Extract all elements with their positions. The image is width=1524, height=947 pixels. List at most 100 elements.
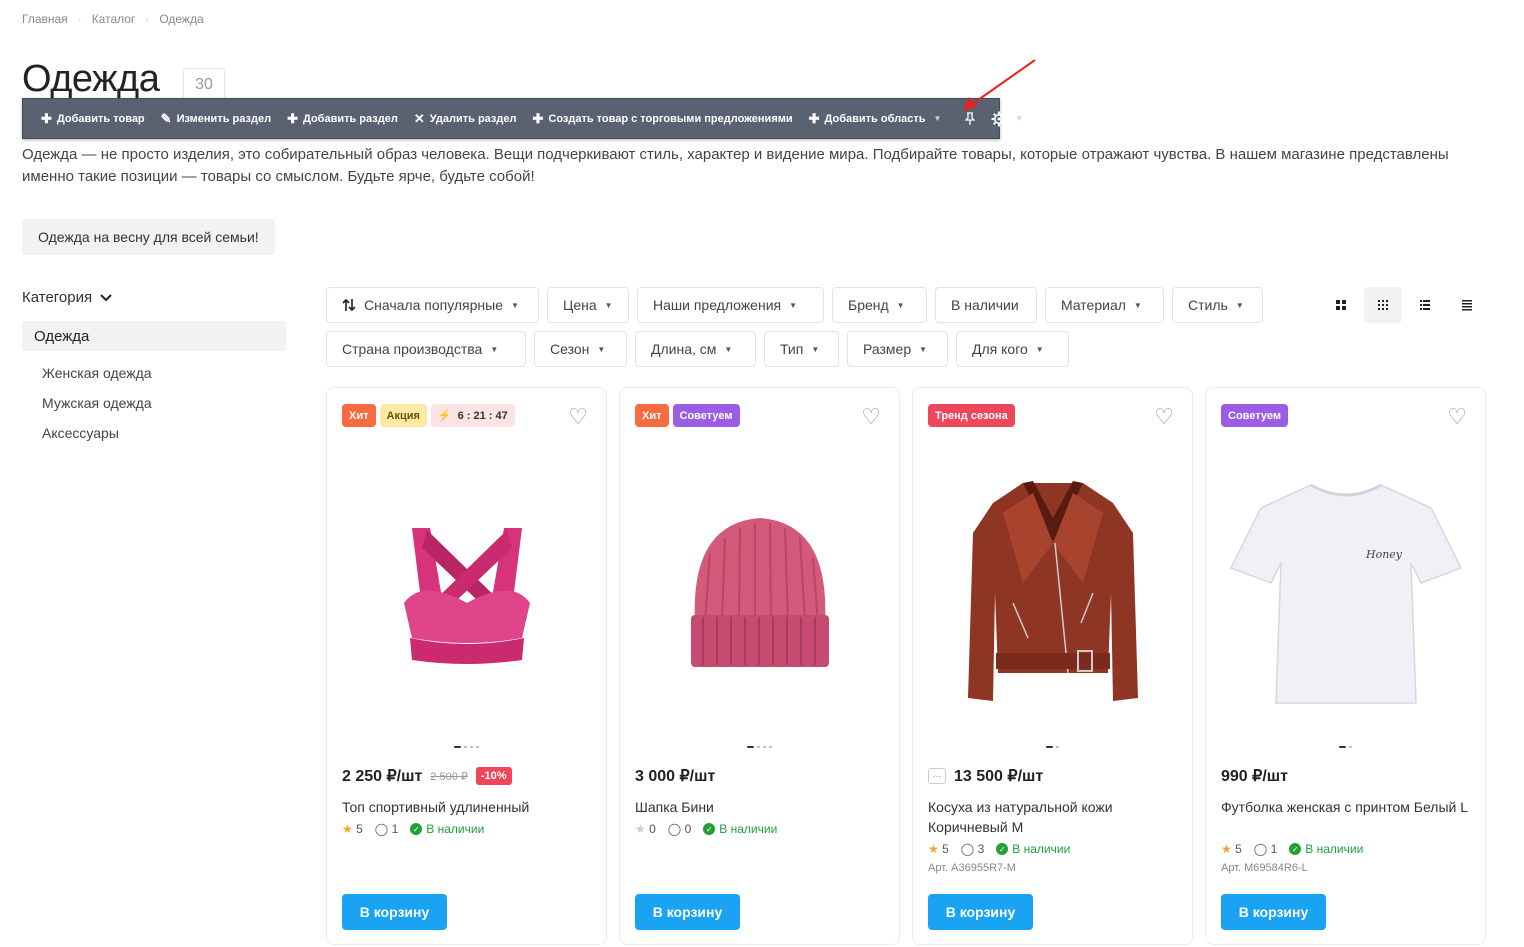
plus-icon: ✚: [287, 110, 298, 126]
rating: ★ 5: [1221, 842, 1242, 856]
chevron-down-icon: ▼: [1035, 344, 1044, 354]
product-image[interactable]: Honey: [1221, 448, 1471, 738]
product-meta: ★ 5 ◯ 3 ✓ В наличии: [928, 842, 1070, 856]
delete-section-button[interactable]: ✕ Удалить раздел: [406, 99, 525, 138]
edit-section-button[interactable]: ✎ Изменить раздел: [153, 99, 279, 138]
filter-country[interactable]: Страна производства ▼: [326, 331, 526, 367]
filter-for-whom[interactable]: Для кого ▼: [956, 331, 1069, 367]
add-product-button[interactable]: ✚ Добавить товар: [33, 99, 153, 138]
add-area-button[interactable]: ✚ Добавить область ▼: [801, 99, 950, 138]
product-count-badge: 30: [183, 68, 225, 102]
stock-status: ✓ В наличии: [410, 822, 484, 836]
sort-dropdown[interactable]: Сначала популярные ▼: [326, 287, 539, 323]
chevron-down-icon: ▼: [933, 114, 942, 123]
breadcrumb-separator: ·: [145, 12, 150, 26]
chevron-down-icon: ▼: [490, 344, 499, 354]
filter-length[interactable]: Длина, см ▼: [635, 331, 756, 367]
product-name-link[interactable]: Футболка женская с принтом Белый L: [1221, 797, 1471, 817]
stock-status: ✓ В наличии: [1289, 842, 1363, 856]
filter-type[interactable]: Тип ▼: [764, 331, 839, 367]
chevron-down-icon: ▼: [896, 300, 905, 310]
product-card[interactable]: Хит Акция ⚡ 6 : 21 : 47 ♡ 2 250 ₽/шт 2 5…: [326, 387, 607, 945]
filter-in-stock[interactable]: В наличии: [935, 287, 1037, 323]
image-slider-dots[interactable]: [327, 746, 606, 748]
sidebar-item-clothing[interactable]: Одежда: [22, 321, 286, 351]
sidebar-item-accessories[interactable]: Аксессуары: [42, 425, 119, 441]
stock-label: В наличии: [719, 822, 778, 836]
add-to-cart-button[interactable]: В корзину: [342, 894, 447, 930]
filter-size[interactable]: Размер ▼: [847, 331, 948, 367]
reviews-count: 0: [684, 822, 692, 836]
image-slider-dots[interactable]: [1206, 746, 1485, 748]
product-meta: ★ 0 ◯ 0 ✓ В наличии: [635, 822, 777, 836]
rating-value: 5: [1235, 842, 1242, 856]
product-name-link[interactable]: Шапка Бини: [635, 797, 885, 817]
comment-icon: ◯: [1253, 842, 1268, 856]
reviews[interactable]: ◯ 0: [668, 822, 691, 836]
product-image[interactable]: [635, 448, 885, 738]
category-toggle[interactable]: Категория: [22, 289, 112, 306]
more-options-icon[interactable]: ···: [928, 768, 946, 784]
print-text: Honey: [1365, 548, 1403, 561]
filter-brand[interactable]: Бренд ▼: [832, 287, 927, 323]
favorite-heart-icon[interactable]: ♡: [861, 406, 881, 428]
sidebar-item-men[interactable]: Мужская одежда: [42, 395, 152, 411]
price: 3 000 ₽/шт: [635, 768, 716, 785]
product-image[interactable]: [342, 448, 592, 738]
product-card[interactable]: Советуем ♡ Honey 990 ₽/шт Футболка женск…: [1205, 387, 1486, 945]
comment-icon: ◯: [667, 822, 682, 836]
product-name-link[interactable]: Топ спортивный удлиненный: [342, 797, 592, 817]
view-small-grid-button[interactable]: [1364, 287, 1402, 323]
favorite-heart-icon[interactable]: ♡: [1154, 406, 1174, 428]
view-table-button[interactable]: [1448, 287, 1486, 323]
filter-style[interactable]: Стиль ▼: [1172, 287, 1263, 323]
filter-label: Материал: [1061, 297, 1126, 313]
chevron-down-icon: ▼: [919, 344, 928, 354]
reviews[interactable]: ◯ 3: [961, 842, 984, 856]
view-large-grid-button[interactable]: [1322, 287, 1360, 323]
product-name-link[interactable]: Косуха из натуральной кожи Коричневый M: [928, 797, 1178, 837]
stock-label: В наличии: [426, 822, 485, 836]
sports-bra-image: [404, 528, 530, 664]
view-list-button[interactable]: [1406, 287, 1444, 323]
breadcrumb-link-catalog[interactable]: Каталог: [92, 12, 136, 26]
create-product-with-offers-button[interactable]: ✚ Создать товар с торговыми предложениям…: [524, 99, 800, 138]
price-row: 990 ₽/шт: [1221, 766, 1288, 786]
reviews[interactable]: ◯ 1: [375, 822, 398, 836]
product-card[interactable]: Хит Советуем ♡ 3 000 ₽/шт Шапка Бини ★ 0…: [619, 387, 900, 945]
image-slider-dots[interactable]: [913, 746, 1192, 748]
favorite-heart-icon[interactable]: ♡: [568, 406, 588, 428]
reviews[interactable]: ◯ 1: [1254, 842, 1277, 856]
chevron-down-icon: ▼: [789, 300, 798, 310]
filter-label: Цена: [563, 297, 597, 313]
filter-label: В наличии: [951, 297, 1019, 313]
favorite-heart-icon[interactable]: ♡: [1447, 406, 1467, 428]
add-to-cart-button[interactable]: В корзину: [635, 894, 740, 930]
badge-advise: Советуем: [672, 404, 740, 427]
promo-tag-button[interactable]: Одежда на весну для всей семьи!: [22, 219, 275, 255]
annotation-arrow: [963, 59, 1036, 111]
product-image[interactable]: [928, 448, 1178, 738]
delete-section-label: Удалить раздел: [429, 112, 517, 125]
chevron-down-icon: ▼: [1235, 300, 1244, 310]
admin-toolbar: ✚ Добавить товар ✎ Изменить раздел ✚ Доб…: [22, 98, 1023, 139]
badge-group: Советуем: [1221, 404, 1288, 427]
filter-offers[interactable]: Наши предложения ▼: [637, 287, 824, 323]
filter-price[interactable]: Цена ▼: [547, 287, 629, 323]
add-to-cart-button[interactable]: В корзину: [928, 894, 1033, 930]
sidebar-item-women[interactable]: Женская одежда: [42, 365, 152, 381]
filter-label: Размер: [863, 341, 912, 357]
filter-material[interactable]: Материал ▼: [1045, 287, 1164, 323]
add-to-cart-button[interactable]: В корзину: [1221, 894, 1326, 930]
add-section-button[interactable]: ✚ Добавить раздел: [279, 99, 406, 138]
section-description: Одежда — не просто изделия, это собирате…: [22, 146, 1449, 185]
filter-label: Бренд: [848, 297, 889, 313]
breadcrumb-link-home[interactable]: Главная: [22, 12, 68, 26]
product-card[interactable]: Тренд сезона ♡ ··· 13 500 ₽/шт Косуха из…: [912, 387, 1193, 945]
filter-season[interactable]: Сезон ▼: [534, 331, 627, 367]
image-slider-dots[interactable]: [620, 746, 899, 748]
add-area-label: Добавить область: [824, 112, 926, 125]
rating-value: 5: [356, 822, 363, 836]
list-icon: [1420, 300, 1430, 310]
star-icon: ★: [1221, 842, 1232, 856]
